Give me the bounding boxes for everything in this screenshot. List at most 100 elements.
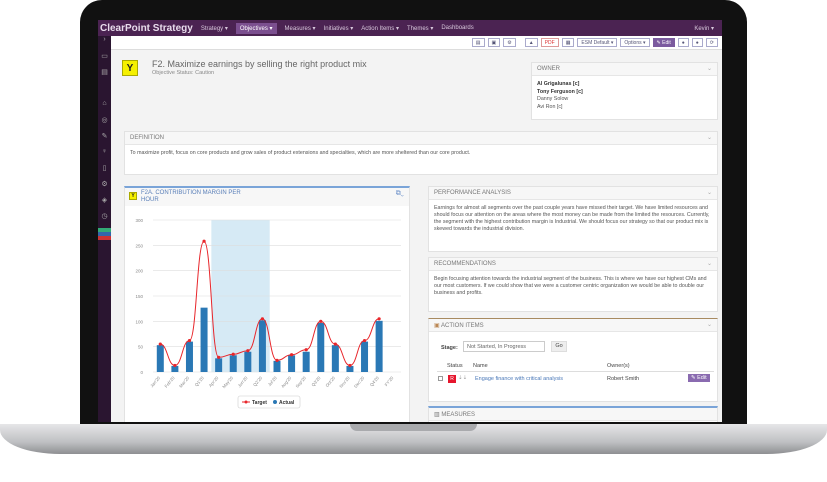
x-tick-label: Jan'20 [149, 375, 161, 388]
target-point [348, 363, 352, 368]
x-tick-label: Q3'20 [310, 375, 322, 387]
y-tick-label: 200 [135, 269, 143, 274]
action-item-owner: Robert Smith [607, 376, 640, 382]
bulb-icon[interactable]: ♀ [98, 148, 111, 164]
x-tick-label: Q4'20 [369, 375, 381, 387]
row-edit-button[interactable]: ✎ Edit [688, 374, 710, 382]
y-tick-label: 150 [135, 294, 143, 299]
x-tick-label: Q2'20 [252, 375, 264, 387]
chevron-down-icon[interactable]: ⌄ [707, 189, 712, 196]
stage-label: Stage: [441, 345, 458, 351]
wrench-icon[interactable]: ✎ [98, 132, 111, 148]
actual-bar [215, 358, 223, 372]
legend-target-marker [244, 400, 248, 404]
actual-bar [258, 320, 266, 372]
actual-bar [244, 351, 252, 372]
gauge-icon[interactable]: ◎ [98, 116, 111, 132]
column-header: Owner(s) [607, 363, 630, 369]
x-tick-label: Nov'20 [338, 375, 351, 389]
stage-select[interactable]: Not Started, In Progress [463, 341, 545, 352]
x-tick-label: Jul'20 [267, 375, 278, 387]
folder-icon[interactable]: ▭ [98, 52, 111, 68]
objective-status-badge: Y [122, 60, 138, 76]
shield-icon[interactable]: ◈ [98, 196, 111, 212]
actual-bar [317, 322, 325, 372]
red-status-badge: R [448, 375, 456, 383]
owner-name: Al Grigalunas [c] [537, 81, 580, 87]
x-tick-label: Mar'20 [178, 375, 191, 389]
toolbar: ▤ ▣ ⚙ ▲ PDF ▦ ESM Default ▾ Options ▾ ✎ … [111, 36, 722, 50]
chevron-down-icon[interactable]: ⌄ [707, 260, 712, 267]
pdf-button[interactable]: PDF [540, 38, 559, 47]
nav-themes[interactable]: Themes ▾ [407, 25, 433, 32]
definition-panel: DEFINITION ⌄ To maximize profit, focus on… [124, 131, 718, 175]
performance-heading: PERFORMANCE ANALYSIS [434, 190, 511, 196]
definition-text: To maximize profit, focus on core produc… [130, 150, 471, 156]
row-checkbox[interactable] [438, 376, 443, 381]
chart-title-link[interactable]: F2A. CONTRIBUTION MARGIN PER HOUR [141, 190, 251, 204]
chart-panel: Y F2A. CONTRIBUTION MARGIN PER HOUR ⧉⌄ 0… [124, 186, 410, 422]
owner-panel: OWNER ⌄ Al Grigalunas [c] Tony Ferguson [… [531, 62, 718, 120]
chevron-down-icon[interactable]: ⌄ [707, 321, 712, 328]
column-header: Name [473, 363, 488, 369]
nav-initiatives[interactable]: Initiatives ▾ [324, 25, 354, 32]
definition-heading: DEFINITION [130, 135, 164, 141]
help-button[interactable]: ● [691, 38, 703, 47]
target-point [362, 338, 367, 343]
y-tick-label: 0 [140, 370, 143, 375]
home-icon[interactable]: ⌂ [98, 100, 111, 116]
file-icon[interactable]: ▯ [98, 164, 111, 180]
chevron-down-icon[interactable]: ⌄ [707, 65, 712, 72]
expand-icon[interactable]: › [98, 36, 111, 52]
clock-icon[interactable]: ◷ [98, 212, 111, 228]
go-button[interactable]: Go [551, 341, 567, 352]
owner-heading: OWNER [537, 66, 560, 72]
settings-button[interactable]: ⚙ [503, 38, 516, 47]
actual-bar [229, 355, 237, 372]
top-nav: ClearPoint Strategy Strategy ▾ Objective… [98, 20, 722, 36]
performance-text: Earnings for almost all segments over th… [434, 205, 710, 232]
view-button[interactable]: ▤ [471, 38, 485, 47]
contribution-margin-chart: 0 50 100 150 200 250 300 Jan'20 Feb'20 Mar'20 Q1'2… [135, 218, 401, 409]
chart-status-badge: Y [129, 192, 137, 200]
target-point [158, 342, 162, 346]
user-menu[interactable]: Kevin ▾ [694, 25, 722, 32]
x-tick-label: Jun'20 [237, 375, 249, 388]
arrow-icon: ⇣⇣ [458, 375, 468, 381]
x-tick-label: Dec'20 [353, 375, 366, 389]
nav-strategy[interactable]: Strategy ▾ [201, 25, 228, 32]
x-tick-label: FY'20 [384, 375, 395, 387]
actual-bar [156, 345, 164, 372]
owner-name: Danny Solow [537, 96, 569, 102]
gear-icon[interactable]: ⚙ [98, 180, 111, 196]
grid-button[interactable]: ▦ [561, 38, 575, 47]
upload-button[interactable]: ▲ [524, 38, 538, 47]
chevron-down-icon[interactable]: ⌄ [707, 134, 712, 141]
layout-button[interactable]: ▣ [487, 38, 501, 47]
objective-status-text: Objective Status: Caution [152, 70, 215, 76]
nav-dashboards[interactable]: Dashboards [441, 25, 473, 31]
info-button[interactable]: ● [677, 38, 689, 47]
external-link-icon[interactable]: ⧉⌄ [396, 190, 404, 198]
performance-panel: PERFORMANCE ANALYSIS ⌄ Earnings for almos… [428, 186, 718, 252]
edit-button[interactable]: ✎ Edit [652, 38, 675, 47]
x-tick-label: Aug'20 [280, 375, 293, 389]
action-items-heading: ACTION ITEMS [441, 323, 484, 329]
laptop-notch [350, 424, 477, 431]
target-point [217, 355, 221, 359]
esm-default-dropdown[interactable]: ESM Default ▾ [577, 38, 618, 47]
recommendations-text: Begin focusing attention towards the ind… [434, 276, 707, 296]
refresh-button[interactable]: ⟳ [705, 38, 718, 47]
nav-objectives[interactable]: Objectives ▾ [235, 22, 277, 34]
nav-measures[interactable]: Measures ▾ [285, 25, 316, 32]
target-point [260, 317, 265, 321]
briefcase-icon: ▣ [434, 323, 442, 329]
nav-action-items[interactable]: Action Items ▾ [361, 25, 399, 32]
options-dropdown[interactable]: Options ▾ [620, 38, 650, 47]
briefcase-icon[interactable]: ▤ [98, 68, 111, 84]
y-tick-label: 250 [135, 243, 143, 248]
legend-target-label: Target [252, 400, 267, 406]
brand-logo[interactable]: ClearPoint Strategy [100, 23, 193, 34]
x-tick-label: Oct'20 [324, 375, 336, 388]
action-item-link[interactable]: Engage finance with critical analysis [475, 376, 563, 382]
